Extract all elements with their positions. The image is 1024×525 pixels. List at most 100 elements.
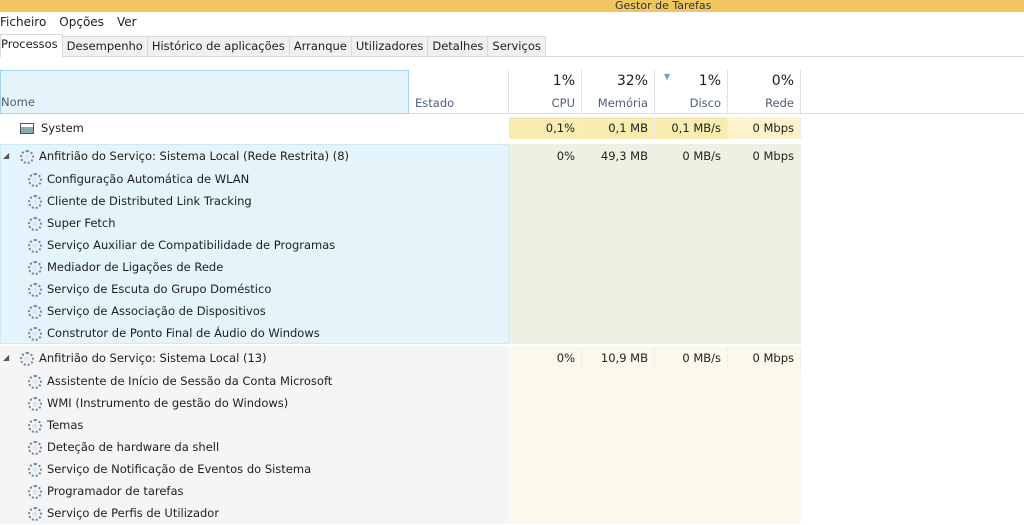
service-row[interactable]: Deteção de hardware da shell <box>0 436 1024 458</box>
title-bar: Gestor de Tarefas <box>0 0 1024 12</box>
service-name: Serviço de Escuta do Grupo Doméstico <box>28 278 271 300</box>
gear-icon <box>28 462 42 477</box>
network-label: Rede <box>765 96 794 110</box>
cpu-total: 1% <box>552 73 575 89</box>
column-disk[interactable]: ▼ 1% Disco <box>655 70 728 114</box>
service-row[interactable]: Temas <box>0 414 1024 436</box>
tab-app-history[interactable]: Histórico de aplicações <box>146 36 290 56</box>
service-name: Construtor de Ponto Final de Áudio do Wi… <box>28 322 320 344</box>
service-name: Configuração Automática de WLAN <box>28 168 249 190</box>
menu-options[interactable]: Opções <box>59 15 104 29</box>
service-name: Deteção de hardware da shell <box>28 436 219 458</box>
service-name: Serviço Auxiliar de Compatibilidade de P… <box>28 234 335 256</box>
tab-users[interactable]: Utilizadores <box>350 36 429 56</box>
tab-services[interactable]: Serviços <box>487 36 546 56</box>
gear-icon <box>28 440 42 455</box>
service-row[interactable]: Configuração Automática de WLAN <box>0 168 1024 190</box>
tab-startup[interactable]: Arranque <box>288 36 352 56</box>
tab-details[interactable]: Detalhes <box>427 36 489 56</box>
service-label: Temas <box>47 418 84 432</box>
gear-icon <box>28 282 42 297</box>
menu-file[interactable]: Ficheiro <box>0 15 46 29</box>
service-label: WMI (Instrumento de gestão do Windows) <box>47 396 289 410</box>
gear-icon <box>28 260 42 275</box>
service-row[interactable]: Super Fetch <box>0 212 1024 234</box>
window-title: Gestor de Tarefas <box>615 0 712 12</box>
process-group-row[interactable]: ◢ Anfitrião do Serviço: Sistema Local (Re… <box>0 145 1024 167</box>
cell-cpu: 0% <box>509 145 582 167</box>
service-name: Programador de tarefas <box>28 480 184 502</box>
column-state[interactable]: Estado <box>409 70 509 114</box>
service-row[interactable]: Assistente de Início de Sessão da Conta … <box>0 370 1024 392</box>
service-name: Serviço de Notificação de Eventos do Sis… <box>28 458 311 480</box>
gear-icon <box>28 506 42 521</box>
collapse-arrow-icon[interactable]: ◢ <box>3 145 9 167</box>
service-row[interactable]: Serviço de Perfis de Utilizador <box>0 502 1024 524</box>
tab-performance[interactable]: Desempenho <box>61 36 148 56</box>
tab-processes[interactable]: Processos <box>0 34 63 57</box>
service-row[interactable]: Cliente de Distributed Link Tracking <box>0 190 1024 212</box>
cell-disk: 0 MB/s <box>655 145 728 167</box>
network-total: 0% <box>771 73 794 89</box>
service-name: Cliente de Distributed Link Tracking <box>28 190 252 212</box>
column-network[interactable]: 0% Rede <box>728 70 801 114</box>
service-label: Programador de tarefas <box>47 484 184 498</box>
service-row[interactable]: WMI (Instrumento de gestão do Windows) <box>0 392 1024 414</box>
service-row[interactable]: Construtor de Ponto Final de Áudio do Wi… <box>0 322 1024 344</box>
memory-total: 32% <box>616 73 648 89</box>
process-name: System <box>20 117 84 139</box>
cell-mem: 49,3 MB <box>582 145 655 167</box>
process-label: System <box>41 121 84 135</box>
gear-icon <box>28 374 42 389</box>
gear-icon <box>28 238 42 253</box>
column-state-label: Estado <box>415 96 455 110</box>
service-label: Serviço de Perfis de Utilizador <box>47 506 220 520</box>
service-name: Temas <box>28 414 83 436</box>
service-name: Super Fetch <box>28 212 116 234</box>
service-label: Cliente de Distributed Link Tracking <box>47 194 252 208</box>
menu-bar: Ficheiro Opções Ver <box>0 12 1024 32</box>
service-row[interactable]: Serviço de Associação de Dispositivos <box>0 300 1024 322</box>
service-label: Deteção de hardware da shell <box>47 440 220 454</box>
service-label: Super Fetch <box>47 216 116 230</box>
column-cpu[interactable]: 1% CPU <box>509 70 582 114</box>
cell-disk: 0 MB/s <box>655 347 728 369</box>
service-label: Assistente de Início de Sessão da Conta … <box>47 374 333 388</box>
gear-icon <box>28 326 42 341</box>
service-row[interactable]: Serviço de Notificação de Eventos do Sis… <box>0 458 1024 480</box>
cell-mem: 0,1 MB <box>582 117 655 139</box>
process-group-row[interactable]: ◢ Anfitrião do Serviço: Sistema Local (13… <box>0 347 1024 369</box>
cell-net: 0 Mbps <box>728 347 801 369</box>
service-label: Serviço de Notificação de Eventos do Sis… <box>47 462 312 476</box>
gear-icon <box>28 216 42 231</box>
gear-icon <box>28 418 42 433</box>
group-label: Anfitrião do Serviço: Sistema Local (Red… <box>39 149 350 163</box>
system-icon <box>20 123 34 134</box>
service-name: Mediador de Ligações de Rede <box>28 256 223 278</box>
cell-disk: 0,1 MB/s <box>655 117 728 139</box>
group-label: Anfitrião do Serviço: Sistema Local (13) <box>39 351 267 365</box>
cell-net: 0 Mbps <box>728 117 801 139</box>
column-name[interactable]: Nome <box>0 70 409 114</box>
process-name: Anfitrião do Serviço: Sistema Local (Red… <box>20 145 349 167</box>
service-name: Serviço de Associação de Dispositivos <box>28 300 266 322</box>
disk-label: Disco <box>689 96 721 110</box>
menu-view[interactable]: Ver <box>117 15 137 29</box>
service-row[interactable]: Serviço Auxiliar de Compatibilidade de P… <box>0 234 1024 256</box>
process-name: Anfitrião do Serviço: Sistema Local (13) <box>20 347 267 369</box>
service-row[interactable]: Mediador de Ligações de Rede <box>0 256 1024 278</box>
service-label: Serviço de Escuta do Grupo Doméstico <box>47 282 272 296</box>
gear-icon <box>28 396 42 411</box>
gear-icon <box>28 172 42 187</box>
disk-total: 1% <box>698 73 721 89</box>
gear-icon <box>28 194 42 209</box>
service-row[interactable]: Serviço de Escuta do Grupo Doméstico <box>0 278 1024 300</box>
service-label: Construtor de Ponto Final de Áudio do Wi… <box>47 326 320 340</box>
process-row-system[interactable]: System 0,1% 0,1 MB 0,1 MB/s 0 Mbps <box>0 117 1024 139</box>
column-memory[interactable]: 32% Memória <box>582 70 655 114</box>
service-row[interactable]: Programador de tarefas <box>0 480 1024 502</box>
service-label: Configuração Automática de WLAN <box>47 172 250 186</box>
column-header: Nome Estado 1% CPU 32% Memória ▼ 1% Disco 0%… <box>0 70 1024 114</box>
column-name-label: Nome <box>1 95 35 109</box>
collapse-arrow-icon[interactable]: ◢ <box>3 347 9 369</box>
